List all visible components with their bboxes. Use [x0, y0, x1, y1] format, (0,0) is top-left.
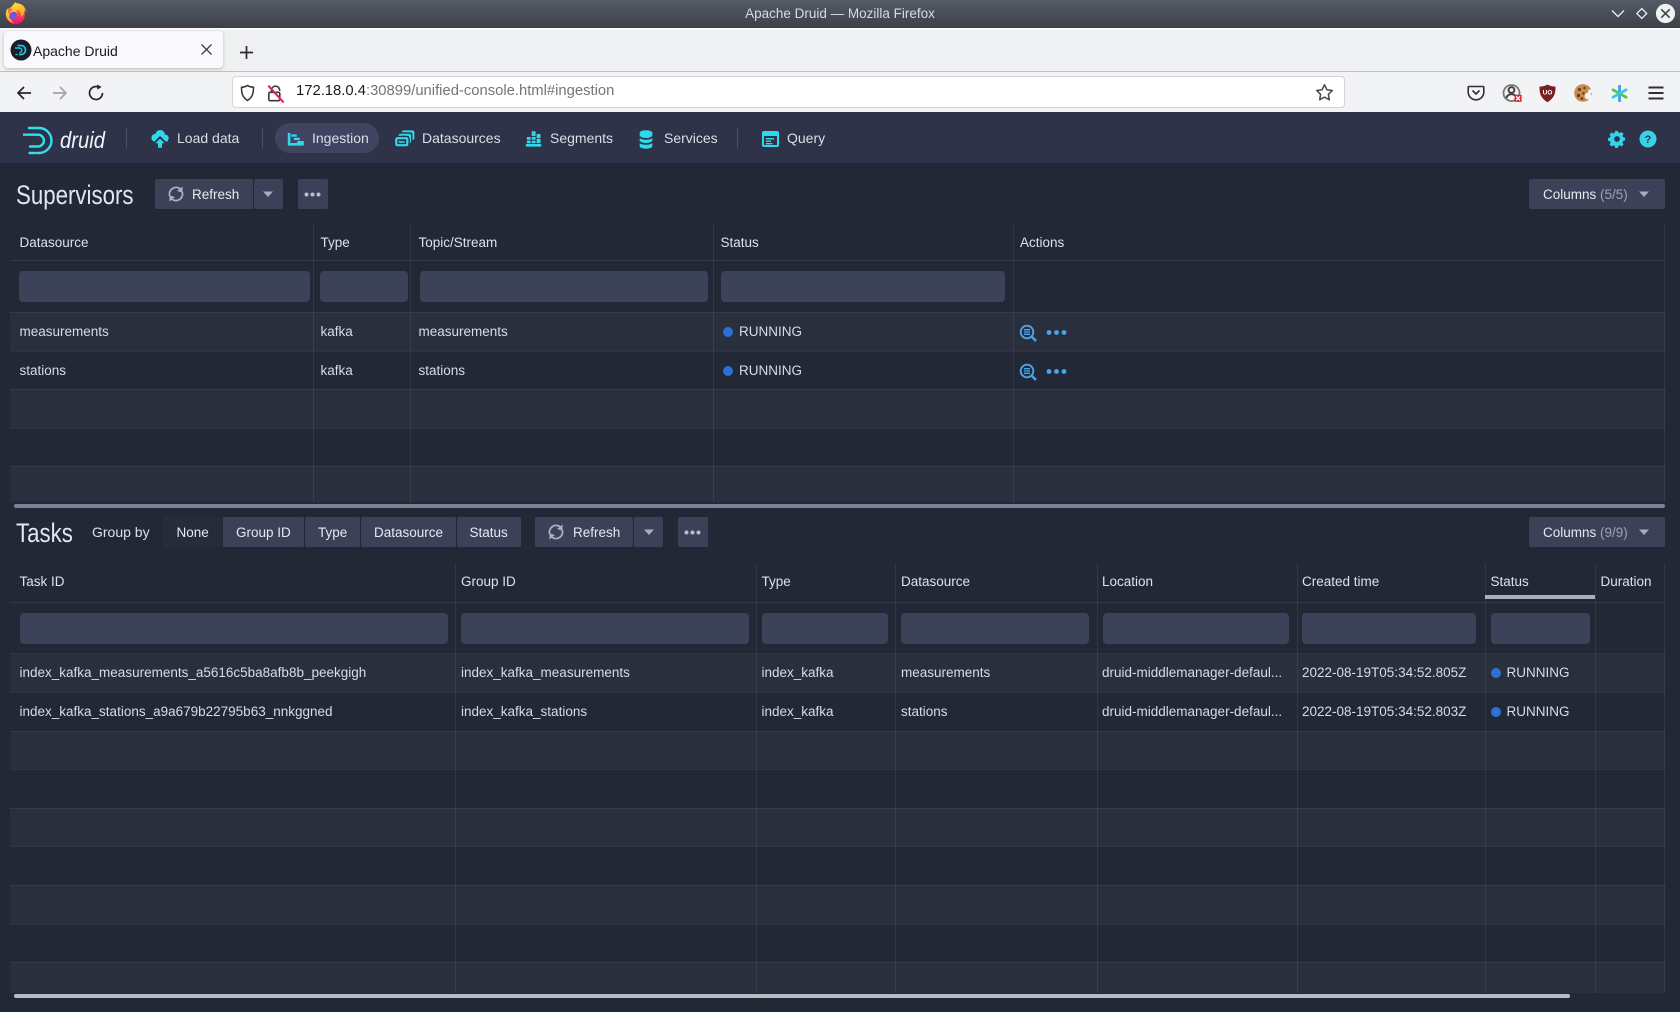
svg-text:?: ? [1645, 134, 1652, 146]
svg-text:UO: UO [1543, 90, 1553, 97]
